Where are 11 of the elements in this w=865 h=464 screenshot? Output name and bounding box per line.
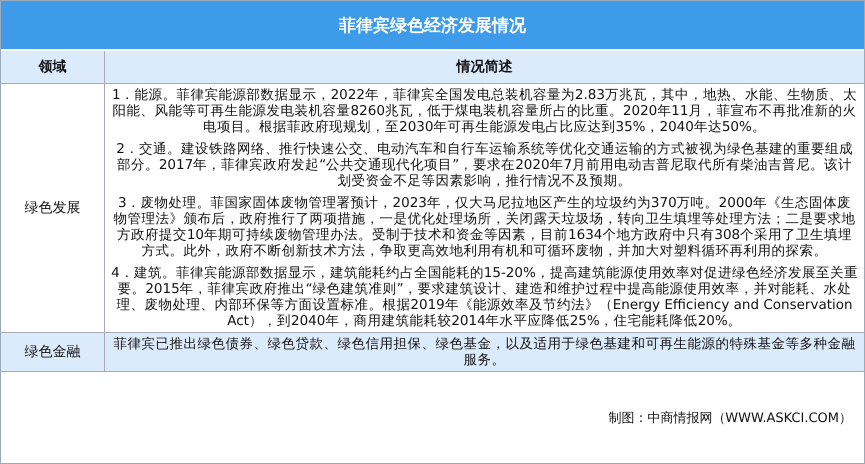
column-header: 领域 <box>1 51 105 83</box>
description-paragraph: 4．建筑。菲律宾能源部数据显示，建筑能耗约占全国能耗的15-20%，提高建筑能源使用效率对促进绿色经济发展至关重要。2015年，菲律宾政府推出“绿色建筑准则”，要求建筑设计、建造和维护过程中提高能源使用效率，并对能耗、水处理、废物处理、内部环保等方面设置标准。根据2019年《能源效率及节约法》（Energy Efficiency and Conservation Act），到2040年，商用建筑能耗较2014年水平应降低25%，住宅能耗降低20%。 <box>110 264 859 331</box>
column-header: 情况简述 <box>454 58 514 77</box>
field-cell: 绿色金融 <box>1 333 105 371</box>
field-cell: 绿色发展 <box>1 84 105 332</box>
table-title: 菲律宾绿色经济发展情况 <box>1 1 864 51</box>
description-paragraph: 3．废物处理。菲国家固体废物管理署预计，2023年，仅大马尼拉地区产生的垃圾约为370万吨。2000年《生态固体废物管理法》颁布后，政府推行了两项措施，一是优化处理场所，关闭露天垃圾场，转向卫生填埋等处理方法；二是要求地方政府提交10年期可持续废物管理办法。受制于技术和资金等因素，目前1634个地方政府中只有308个采用了卫生填埋方式。此外，政府不断创新技术方法，争取更高效地利用有机和可循环废物，并加大对塑料循环再利用的探索。 <box>112 194 856 261</box>
description-paragraph: 菲律宾已推出绿色债券、绿色贷款、绿色信用担保、绿色基金，以及适用于绿色基建和可再生能源的特殊基金等多种金融服务。 <box>112 335 856 370</box>
description-paragraph: 1．能源。菲律宾能源部数据显示，2022年，菲律宾全国发电总装机容量为2.83万兆瓦，其中，地热、水能、生物质、太阳能、风能等可再生能源发电装机容量8260兆瓦，低于煤电装机容量所占的比重。2020年11月，菲宣布不再批准新的火电项目。根据菲政府现规划，至2030年可再生能源发电占比应达到35%，2040年达50%。 <box>110 86 858 137</box>
description-paragraph: 2．交通。建设铁路网络、推行快速公交、电动汽车和自行车运输系统等优化交通运输的方式被视为绿色基建的重要组成部分。2017年，菲律宾政府发起“公共交通现代化项目”，要求在2020年7月前用电动吉普尼取代所有柴油吉普尼。该计划受资金不足等因素影响，推行情况不及预期。 <box>115 140 854 191</box>
source-note: 制图：中商情报网（WWW.ASKCI.COM） <box>608 410 852 426</box>
